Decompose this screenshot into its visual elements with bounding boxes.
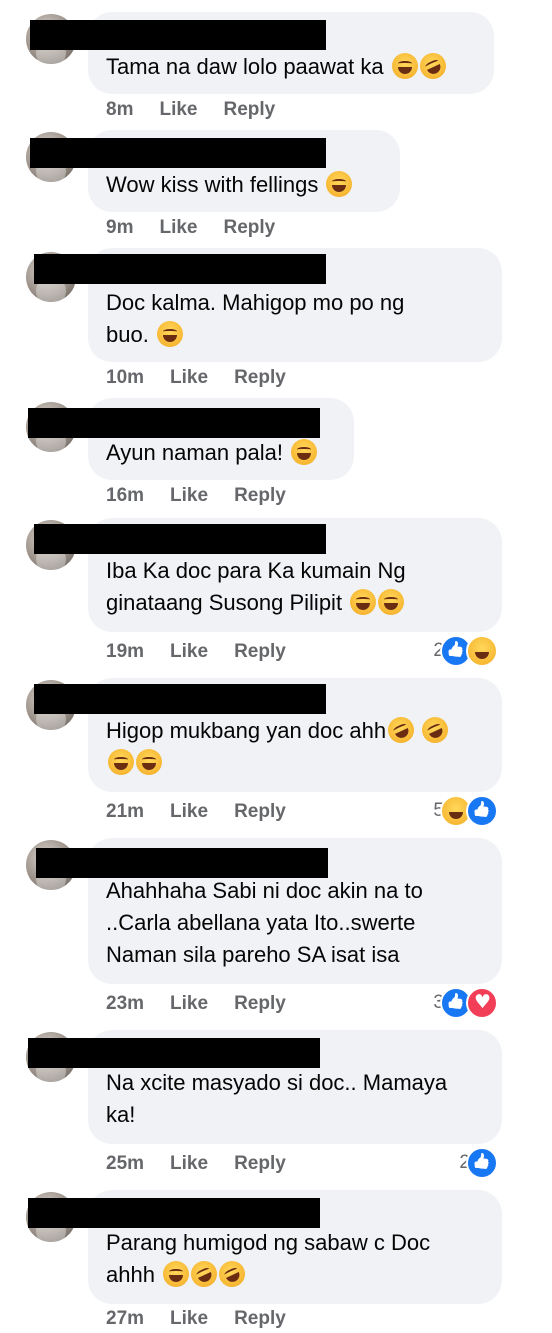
reply-button[interactable]: Reply	[234, 485, 286, 507]
like-button[interactable]: Like	[170, 367, 208, 389]
comment-timestamp[interactable]: 21m	[106, 801, 144, 823]
redacted-commenter-name[interactable]	[28, 408, 320, 438]
laugh-cry-emoji	[350, 589, 377, 615]
rofl-emoji	[214, 1256, 250, 1292]
comment-timestamp[interactable]: 8m	[106, 99, 133, 121]
redacted-commenter-name[interactable]	[28, 1038, 320, 1068]
comment-actions: 10m Like Reply	[106, 364, 286, 392]
laugh-cry-emoji	[378, 589, 405, 615]
redacted-commenter-name[interactable]	[34, 524, 326, 554]
redacted-commenter-name[interactable]	[36, 848, 328, 878]
comment-text: Doc kalma. Mahigop mo po ng buo.	[106, 290, 405, 347]
comment-actions: 25m Like Reply	[106, 1150, 286, 1178]
like-button[interactable]: Like	[159, 217, 197, 239]
comment-actions: 16m Like Reply	[106, 482, 286, 510]
like-button[interactable]: Like	[170, 1153, 208, 1175]
comment-timestamp[interactable]: 25m	[106, 1153, 144, 1175]
reply-button[interactable]: Reply	[234, 641, 286, 663]
redacted-commenter-name[interactable]	[28, 1198, 320, 1228]
comment-text: Iba Ka doc para Ka kumain Ng ginataang S…	[106, 558, 406, 615]
reply-button[interactable]: Reply	[234, 801, 286, 823]
laugh-cry-emoji	[291, 439, 318, 465]
laugh-cry-emoji	[326, 171, 353, 197]
redacted-commenter-name[interactable]	[30, 20, 326, 50]
like-button[interactable]: Like	[170, 485, 208, 507]
comment-actions: 21m Like Reply	[106, 798, 286, 826]
reply-button[interactable]: Reply	[234, 367, 286, 389]
comment-text: Higop mukbang yan doc ahh	[106, 712, 453, 779]
comment-text: Ayun naman pala!	[106, 437, 318, 469]
like-reaction-icon	[466, 795, 498, 827]
redacted-commenter-name[interactable]	[34, 254, 326, 284]
redacted-commenter-name[interactable]	[30, 138, 326, 168]
comment-text: Wow kiss with fellings	[106, 169, 353, 201]
comment-actions: 9m Like Reply	[106, 214, 275, 242]
like-reaction-icon	[466, 1147, 498, 1179]
grin-emoji	[136, 749, 162, 775]
like-button[interactable]: Like	[159, 99, 197, 121]
comment-actions: 8m Like Reply	[106, 96, 275, 124]
grin-sweat-emoji	[391, 53, 418, 79]
comment-actions: 19m Like Reply	[106, 638, 286, 666]
reply-button[interactable]: Reply	[234, 993, 286, 1015]
comment-text: Tama na daw lolo paawat ka	[106, 48, 451, 84]
grin-emoji	[108, 749, 134, 775]
like-button[interactable]: Like	[170, 1308, 208, 1330]
rofl-emoji	[383, 712, 419, 748]
comment-text: Parang humigod ng sabaw c Doc ahhh	[106, 1227, 430, 1292]
comment-text: Na xcite masyado si doc.. Mamaya ka!	[106, 1070, 448, 1127]
like-button[interactable]: Like	[170, 801, 208, 823]
redacted-commenter-name[interactable]	[34, 684, 326, 714]
comment-timestamp[interactable]: 19m	[106, 641, 144, 663]
comment-timestamp[interactable]: 23m	[106, 993, 144, 1015]
rofl-emoji	[417, 712, 453, 748]
grin-sweat-emoji	[163, 1261, 190, 1287]
reply-button[interactable]: Reply	[224, 99, 276, 121]
comment-actions: 23m Like Reply	[106, 990, 286, 1018]
reaction-summary[interactable]: 2	[433, 635, 498, 667]
love-reaction-icon	[466, 987, 498, 1019]
reply-button[interactable]: Reply	[234, 1308, 286, 1330]
comment-timestamp[interactable]: 16m	[106, 485, 144, 507]
rofl-emoji	[415, 48, 451, 84]
comment-text: Ahahhaha Sabi ni doc akin na to ..Carla …	[106, 878, 423, 967]
comment-actions: 27m Like Reply	[106, 1305, 286, 1333]
reaction-summary[interactable]: 2	[459, 1147, 498, 1179]
reply-button[interactable]: Reply	[234, 1153, 286, 1175]
comment-timestamp[interactable]: 10m	[106, 367, 144, 389]
laugh-cry-emoji	[156, 321, 183, 347]
comment-timestamp[interactable]: 27m	[106, 1308, 144, 1330]
like-button[interactable]: Like	[170, 993, 208, 1015]
comment-timestamp[interactable]: 9m	[106, 217, 133, 239]
haha-reaction-icon	[466, 635, 498, 667]
rofl-emoji	[186, 1256, 222, 1292]
reaction-summary[interactable]: 5	[433, 795, 498, 827]
like-button[interactable]: Like	[170, 641, 208, 663]
reaction-summary[interactable]: 3	[433, 987, 498, 1019]
reply-button[interactable]: Reply	[224, 217, 276, 239]
